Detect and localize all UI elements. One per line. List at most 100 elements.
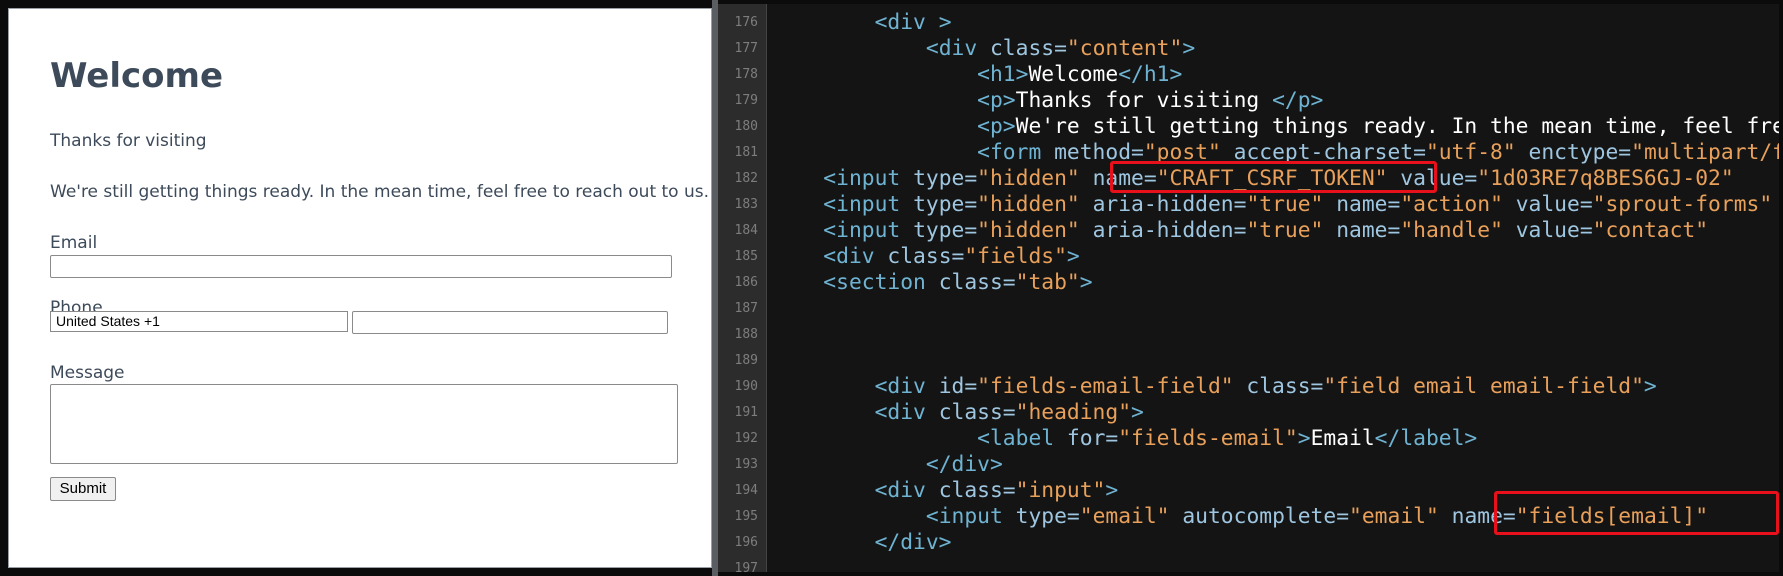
page-title: Welcome [50,56,224,96]
code-token: "tab" [1015,270,1080,295]
code-token: "hidden" [977,218,1080,243]
code-token: name= [1323,192,1401,217]
code-token: > [1131,400,1144,425]
message-textarea[interactable] [50,384,678,464]
code-line: <div class="heading"> [772,400,1144,426]
code-token: </label> [1374,426,1478,451]
line-number: 177 [734,41,758,56]
code-token: "handle" [1400,218,1503,243]
line-number: 181 [734,145,758,160]
code-token: </h1> [1118,62,1183,87]
code-token: "1d03RE7q8BES6GJ-02" [1477,166,1734,191]
line-number: 185 [734,249,758,264]
code-token: <div [874,478,939,503]
code-token: class= [887,244,965,269]
code-line: </div> [772,452,1003,478]
code-token: "fields-email-field" [977,374,1234,399]
code-token: > [1079,270,1093,295]
code-token: class= [938,400,1016,425]
line-number: 180 [734,119,758,134]
line-number: 182 [734,171,758,186]
code-token: Email [1310,426,1375,451]
line-number: 191 [734,405,758,420]
code-line: <h1>Welcome</h1> [772,62,1182,88]
line-number: 197 [734,561,758,572]
code-token: <section [823,270,939,295]
code-token: "heading" [1015,400,1132,425]
code-token: <p> [977,114,1016,139]
code-token: <p> [977,88,1016,113]
code-token: type= [913,218,978,243]
code-token: <div [874,10,939,35]
submit-button[interactable]: Submit [50,477,116,501]
line-number: 189 [734,353,758,368]
code-token: class= [989,36,1067,61]
code-line: <input type="hidden" aria-hidden="true" … [772,192,1772,218]
code-token: aria-hidden= [1079,192,1247,217]
code-editor: 176 177 178 179 180 181 182 183 184 185 186 187 188 1… [718,4,1779,572]
message-label: Message [50,363,125,383]
code-token: type= [913,166,978,191]
code-token: > [1105,478,1119,503]
email-field[interactable] [50,255,672,278]
code-line: <input type="hidden" aria-hidden="true" … [772,218,1708,244]
code-line: </div> [772,530,952,556]
line-number: 192 [734,431,758,446]
code-token: "hidden" [977,192,1080,217]
line-number: 179 [734,93,758,108]
code-token: > [1297,426,1311,451]
phone-number-field[interactable] [352,311,668,334]
notice-text: We're still getting things ready. In the… [50,182,710,202]
csrf-token-highlight [1110,161,1437,193]
code-token: type= [913,192,978,217]
code-token: <div [925,36,990,61]
code-token: Thanks for visiting [1015,88,1273,113]
code-token: > [938,10,952,35]
phone-country-select[interactable]: United States +1 [50,311,348,332]
code-token: "sprout-forms" [1592,192,1773,217]
code-token: > [1643,374,1657,399]
code-token: "input" [1015,478,1106,503]
rendered-page-panel: Welcome Thanks for visiting We're still … [8,8,712,568]
code-token: We're still getting things ready. In the… [1015,114,1779,139]
code-token: autocomplete= [1169,504,1350,529]
line-number: 184 [734,223,758,238]
line-number: 194 [734,483,758,498]
code-token: value= [1502,192,1593,217]
line-number: 178 [734,67,758,82]
code-token: <div [874,374,939,399]
code-line: <label for="fields-email">Email</label> [772,426,1477,452]
line-number: 196 [734,535,758,550]
code-line: <p>We're still getting things ready. In … [772,114,1779,140]
code-token: "email" [1079,504,1170,529]
line-number: 190 [734,379,758,394]
code-token: <input [925,504,1016,529]
code-token: value= [1502,218,1593,243]
code-line: <p>Thanks for visiting </p> [772,88,1323,114]
code-token: <h1> [977,62,1029,87]
code-token: id= [938,374,978,399]
email-name-highlight [1494,491,1779,535]
code-token: <input [823,166,914,191]
code-token: for= [1066,426,1119,451]
line-number-gutter: 176 177 178 179 180 181 182 183 184 185 186 187 188 1… [718,4,767,572]
code-token: "contact" [1592,218,1709,243]
line-number: 176 [734,15,758,30]
code-token: <div [874,400,939,425]
line-number: 183 [734,197,758,212]
code-token: class= [938,478,1016,503]
